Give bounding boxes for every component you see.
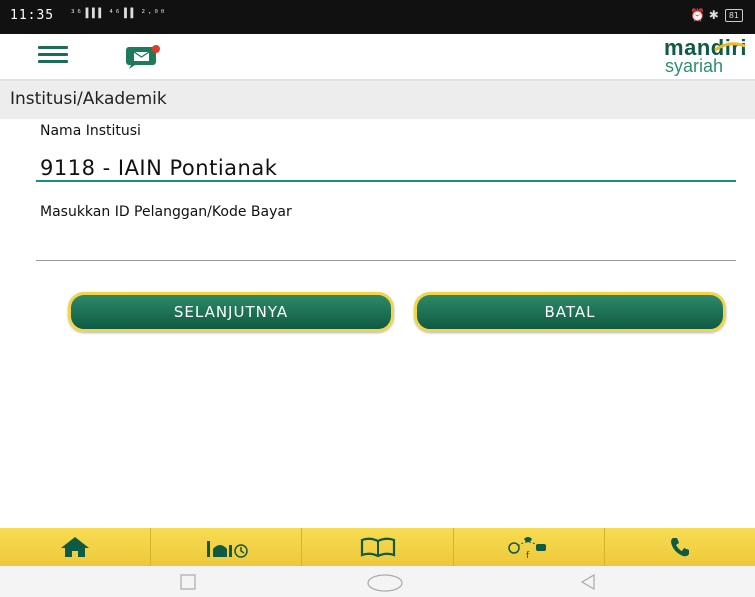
app-header: mandiri syariah <box>0 34 755 76</box>
section-header: Institusi/Akademik <box>0 79 755 119</box>
section-title: Institusi/Akademik <box>10 89 167 109</box>
alarm-bluetooth-icons: ⏰ ✱ <box>690 8 719 22</box>
customer-id-label: Masukkan ID Pelanggan/Kode Bayar <box>40 204 292 220</box>
home-system-icon[interactable] <box>366 574 404 592</box>
institution-field[interactable]: 9118 - IAIN Pontianak <box>40 156 277 180</box>
status-right-icons: ⏰ ✱ 81 <box>690 8 743 22</box>
mosque-icon <box>207 541 249 558</box>
institution-label: Nama Institusi <box>40 123 141 139</box>
svg-text:f: f <box>526 551 530 560</box>
cancel-button[interactable]: BATAL <box>414 292 726 332</box>
hamburger-menu-icon[interactable] <box>38 46 68 66</box>
phone-icon <box>670 538 689 557</box>
book-icon <box>360 537 395 558</box>
nav-mosque[interactable] <box>151 528 303 566</box>
customer-id-underline <box>36 260 736 261</box>
message-notification-icon[interactable] <box>125 44 161 70</box>
nav-call[interactable] <box>605 528 755 566</box>
status-bar: 11:35 ³⁶▐▐▐ ⁴⁶▐▐ ²·⁰⁰ ⏰ ✱ 81 <box>0 0 755 34</box>
social-media-icon: f <box>507 537 546 560</box>
nav-quran[interactable] <box>302 528 454 566</box>
logo-text-syariah: syariah <box>664 56 723 76</box>
customer-id-input[interactable] <box>40 232 730 258</box>
system-navigation-bar <box>0 566 755 597</box>
back-icon[interactable] <box>580 574 596 590</box>
next-button[interactable]: SELANJUTNYA <box>68 292 394 332</box>
signal-indicator: ³⁶▐▐▐ ⁴⁶▐▐ ²·⁰⁰ <box>70 9 167 19</box>
nav-home[interactable] <box>0 528 152 566</box>
mandiri-syariah-logo: mandiri syariah <box>577 37 747 76</box>
logo-swoosh-icon <box>714 42 746 52</box>
status-time: 11:35 <box>10 8 55 23</box>
nav-social[interactable]: f <box>454 528 605 566</box>
institution-field-underline <box>36 180 736 182</box>
bottom-navigation: f <box>0 528 755 566</box>
recent-apps-icon[interactable] <box>180 574 196 590</box>
battery-icon: 81 <box>724 8 743 22</box>
home-icon <box>61 537 90 557</box>
